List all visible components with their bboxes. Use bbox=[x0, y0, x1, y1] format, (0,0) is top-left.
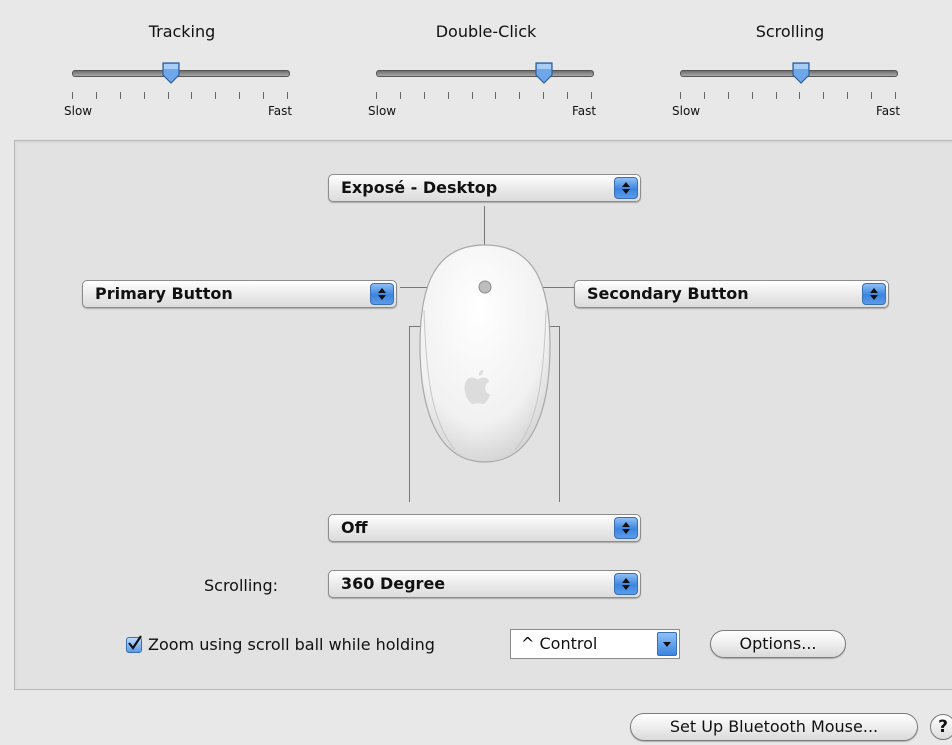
slider-tick bbox=[376, 92, 377, 99]
tracking-thumb[interactable] bbox=[162, 62, 180, 84]
left-button-popup-value: Primary Button bbox=[95, 284, 233, 303]
slider-tick bbox=[424, 92, 425, 99]
scrolling-thumb[interactable] bbox=[792, 62, 810, 84]
slider-tick bbox=[495, 92, 496, 99]
slider-tick bbox=[776, 92, 777, 99]
scrolling-track[interactable] bbox=[680, 70, 898, 77]
slider-tick bbox=[263, 92, 264, 99]
slider-tick bbox=[680, 92, 681, 99]
zoom-checkbox[interactable] bbox=[126, 635, 142, 653]
chevron-down-icon bbox=[657, 632, 677, 656]
left-button-popup[interactable]: Primary Button bbox=[82, 280, 397, 308]
slider-tick bbox=[72, 92, 73, 99]
mighty-mouse-icon bbox=[410, 240, 560, 474]
slider-tick bbox=[144, 92, 145, 99]
slider-tick bbox=[519, 92, 520, 99]
slider-tick bbox=[752, 92, 753, 99]
options-button[interactable]: Options... bbox=[710, 630, 846, 658]
right-button-popup[interactable]: Secondary Button bbox=[574, 280, 889, 308]
slider-tick bbox=[215, 92, 216, 99]
checkmark-icon bbox=[128, 635, 142, 650]
slider-tick bbox=[728, 92, 729, 99]
right-button-popup-value: Secondary Button bbox=[587, 284, 749, 303]
double-click-slider-group: Double-Click Slow Fast bbox=[366, 22, 606, 122]
double-click-thumb[interactable] bbox=[535, 62, 553, 84]
popup-arrows-icon bbox=[370, 283, 394, 305]
slider-tick bbox=[543, 92, 544, 99]
squeeze-button-popup[interactable]: Off bbox=[328, 514, 641, 542]
tracking-title: Tracking bbox=[148, 22, 216, 41]
popup-arrows-icon bbox=[614, 177, 638, 199]
tracking-max-label: Fast bbox=[268, 104, 293, 118]
scrolling-min-label: Slow bbox=[672, 104, 701, 118]
slider-tick bbox=[847, 92, 848, 99]
slider-tick bbox=[287, 92, 288, 99]
bluetooth-setup-button[interactable]: Set Up Bluetooth Mouse... bbox=[630, 713, 918, 741]
scrolling-mode-popup[interactable]: 360 Degree bbox=[328, 570, 641, 598]
tracking-ticks bbox=[72, 92, 288, 100]
popup-arrows-icon bbox=[862, 283, 886, 305]
zoom-modifier-combo[interactable]: ^ Control bbox=[510, 629, 680, 659]
slider-tick bbox=[591, 92, 592, 99]
slider-tick bbox=[96, 92, 97, 99]
scrolling-title: Scrolling bbox=[755, 22, 825, 41]
squeeze-button-popup-value: Off bbox=[341, 518, 368, 537]
double-click-title: Double-Click bbox=[435, 22, 537, 41]
double-click-min-label: Slow bbox=[368, 104, 397, 118]
scrolling-slider-group: Scrolling Slow Fast bbox=[670, 22, 910, 122]
top-button-popup[interactable]: Exposé - Desktop bbox=[328, 174, 641, 202]
zoom-label: Zoom using scroll ball while holding bbox=[148, 635, 435, 654]
slider-tick bbox=[400, 92, 401, 99]
slider-tick bbox=[191, 92, 192, 99]
double-click-track[interactable] bbox=[376, 70, 594, 77]
zoom-modifier-value: ^ Control bbox=[521, 634, 598, 653]
tracking-min-label: Slow bbox=[64, 104, 93, 118]
scrolling-max-label: Fast bbox=[876, 104, 901, 118]
slider-tick bbox=[472, 92, 473, 99]
double-click-ticks bbox=[376, 92, 592, 100]
popup-arrows-icon bbox=[614, 517, 638, 539]
tracking-track[interactable] bbox=[72, 70, 290, 77]
slider-tick bbox=[239, 92, 240, 99]
scrolling-ticks bbox=[680, 92, 896, 100]
slider-tick bbox=[448, 92, 449, 99]
tracking-slider-group: Tracking Slow Fast bbox=[62, 22, 302, 122]
slider-tick bbox=[120, 92, 121, 99]
help-button[interactable]: ? bbox=[930, 714, 952, 740]
slider-tick bbox=[799, 92, 800, 99]
scrolling-mode-label: Scrolling: bbox=[204, 576, 278, 595]
top-button-popup-value: Exposé - Desktop bbox=[341, 178, 498, 197]
slider-tick bbox=[704, 92, 705, 99]
slider-tick bbox=[823, 92, 824, 99]
slider-tick bbox=[895, 92, 896, 99]
slider-tick bbox=[567, 92, 568, 99]
slider-tick bbox=[168, 92, 169, 99]
popup-arrows-icon bbox=[614, 573, 638, 595]
scrolling-mode-popup-value: 360 Degree bbox=[341, 574, 446, 593]
double-click-max-label: Fast bbox=[572, 104, 597, 118]
slider-tick bbox=[871, 92, 872, 99]
